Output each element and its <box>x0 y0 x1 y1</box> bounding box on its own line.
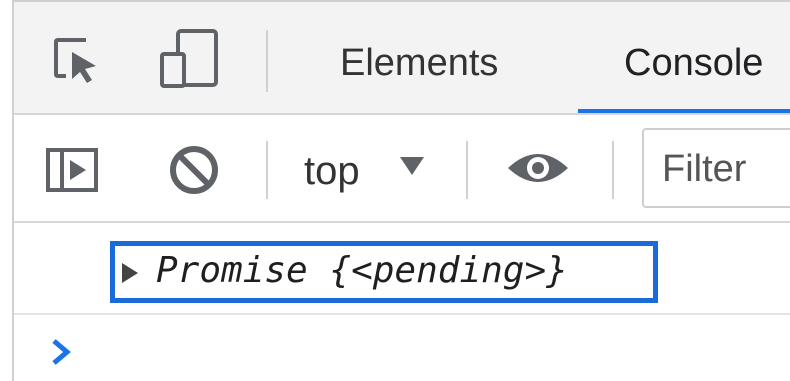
filter-placeholder: Filter <box>662 148 747 190</box>
live-expression-icon[interactable] <box>506 148 570 188</box>
console-message: Promise {<pending>} <box>14 223 790 315</box>
console-toolbar: top Filter <box>14 115 790 223</box>
toolbar-separator <box>612 141 614 199</box>
context-label: top <box>304 149 360 193</box>
active-tab-indicator <box>578 109 790 113</box>
expand-triangle-icon[interactable] <box>122 263 138 283</box>
filter-input[interactable]: Filter <box>642 128 790 208</box>
prompt-chevron-icon <box>52 339 71 365</box>
tab-elements[interactable]: Elements <box>340 44 498 82</box>
toolbar-separator <box>466 141 468 199</box>
devtools-panel: Elements Console top Filter Promise {<pe… <box>12 0 790 381</box>
devtools-tab-bar: Elements Console <box>14 2 790 115</box>
promise-type: Promise <box>156 250 308 291</box>
tab-console[interactable]: Console <box>624 44 763 82</box>
chevron-down-icon <box>400 157 424 175</box>
context-selector[interactable]: top <box>304 143 444 197</box>
clear-console-icon[interactable] <box>168 144 220 196</box>
promise-state: {<pending>} <box>329 250 568 291</box>
sidebar-toggle-icon[interactable] <box>46 148 98 192</box>
inspect-element-icon[interactable] <box>52 36 102 86</box>
tab-separator <box>266 30 268 92</box>
toolbar-separator <box>266 141 268 199</box>
promise-object[interactable]: Promise {<pending>} <box>156 253 568 289</box>
device-toggle-icon[interactable] <box>158 28 222 90</box>
